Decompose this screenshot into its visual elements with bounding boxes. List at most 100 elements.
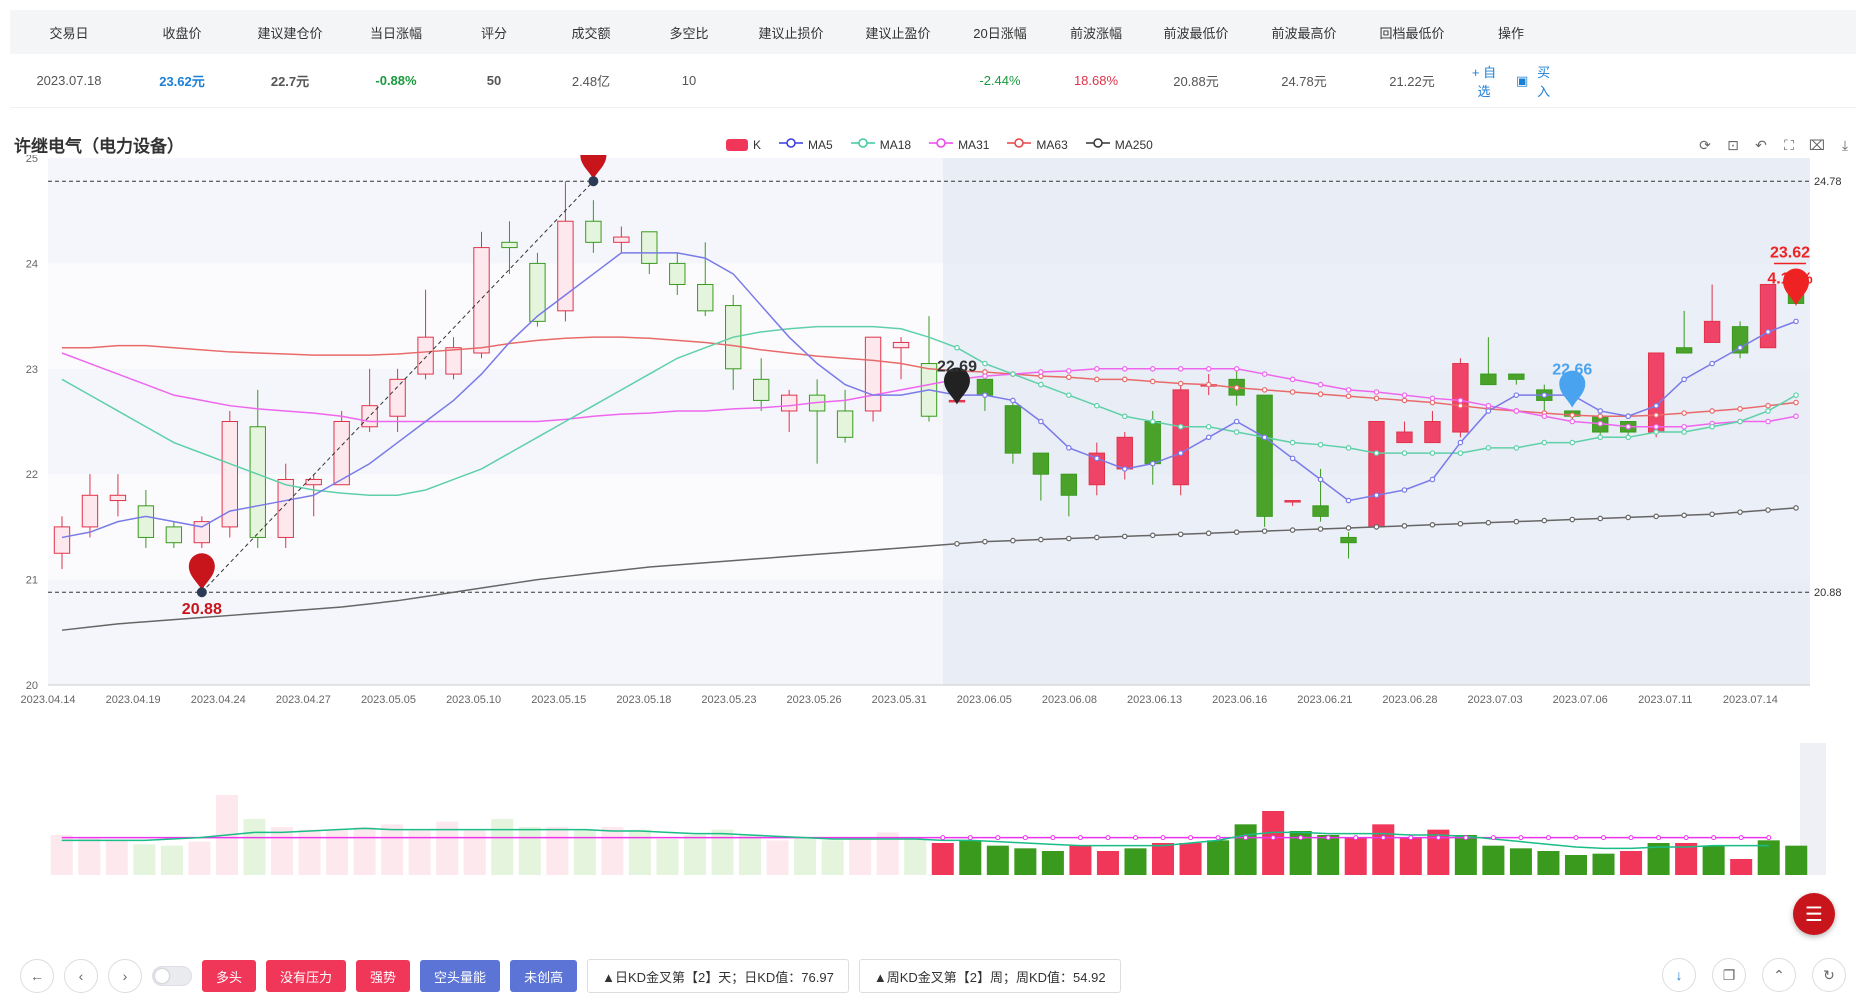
- legend-item-ma250[interactable]: MA250: [1085, 137, 1153, 152]
- legend-item-k[interactable]: K: [726, 137, 761, 152]
- candle-body[interactable]: [109, 494, 127, 502]
- ma63-line-point: [1261, 387, 1268, 393]
- download-icon[interactable]: ⤓: [1836, 136, 1854, 154]
- candle-body[interactable]: [836, 410, 854, 438]
- candle-body[interactable]: [669, 262, 686, 285]
- ma63-line-point: [1457, 402, 1464, 409]
- candle-body[interactable]: [1312, 505, 1329, 517]
- candle-body[interactable]: [752, 378, 770, 401]
- ma5-line-point: [1094, 455, 1100, 462]
- candle-body[interactable]: [1424, 421, 1441, 444]
- candle-body[interactable]: [1647, 352, 1665, 433]
- volume-ma-point: [1766, 835, 1772, 841]
- candle-body[interactable]: [165, 526, 183, 544]
- volume-bar: [518, 827, 541, 875]
- volume-bar: [1014, 848, 1037, 875]
- candle-body[interactable]: [1256, 394, 1273, 517]
- signal-tag[interactable]: 强势: [356, 960, 411, 992]
- candle-body[interactable]: [1480, 373, 1497, 386]
- candle-body[interactable]: [333, 421, 350, 486]
- candle-body[interactable]: [1759, 283, 1777, 349]
- volume-ma-point: [1518, 835, 1524, 841]
- signal-tag[interactable]: 没有压力: [266, 960, 347, 992]
- ma63-line-point: [1569, 412, 1576, 418]
- legend-item-ma31[interactable]: MA31: [929, 137, 989, 152]
- restore-icon[interactable]: ⛶: [1780, 136, 1798, 154]
- x-tick-label: 2023.07.06: [1553, 694, 1608, 706]
- candle-body[interactable]: [1172, 389, 1189, 486]
- volume-bar: [1372, 824, 1395, 875]
- ma250-line-point: [1261, 528, 1268, 534]
- x-tick-label: 2023.05.31: [872, 694, 927, 706]
- candle-body[interactable]: [1060, 473, 1078, 496]
- candle-body[interactable]: [585, 220, 602, 243]
- prev-button[interactable]: ‹: [64, 959, 98, 993]
- menu-fab-button[interactable]: ☰: [1793, 893, 1835, 935]
- signal-marker-label: 22.66: [1552, 362, 1592, 379]
- volume-ma-point: [1298, 835, 1304, 841]
- refresh-icon[interactable]: ⟳: [1696, 136, 1714, 154]
- candle-body[interactable]: [1508, 373, 1525, 380]
- candle-body[interactable]: [277, 478, 294, 538]
- volume-chart[interactable]: [0, 735, 1866, 885]
- candle-body[interactable]: [417, 336, 434, 375]
- add-watchlist-button[interactable]: + 自选: [1466, 62, 1502, 100]
- refresh-button[interactable]: ↻: [1812, 958, 1846, 992]
- scroll-top-button[interactable]: ⌃: [1762, 958, 1796, 992]
- ma31-line-point: [1038, 369, 1044, 375]
- candle-body[interactable]: [1284, 500, 1301, 503]
- candle-body[interactable]: [137, 505, 155, 538]
- summary-value-cell: -2.44%: [979, 73, 1021, 88]
- kline-chart[interactable]: 20 21 22 23 24 25 2023.04.14 2023.04.19 2023.04.…: [0, 155, 1866, 715]
- signal-tag[interactable]: 多头: [202, 960, 257, 992]
- zoom-back-icon[interactable]: ↶: [1752, 136, 1770, 154]
- ma5-line-point: [1317, 476, 1324, 483]
- zoom-area-icon[interactable]: ⊡: [1724, 136, 1742, 154]
- toggle-switch[interactable]: [152, 966, 192, 986]
- ma18-line-point: [1289, 439, 1296, 446]
- candle-body[interactable]: [1703, 320, 1721, 343]
- ma18-line-point: [1793, 392, 1799, 398]
- candle-body[interactable]: [1340, 536, 1357, 544]
- candle-body[interactable]: [780, 394, 798, 412]
- candle-body[interactable]: [641, 231, 658, 264]
- candle-body[interactable]: [1032, 452, 1050, 475]
- brush-icon[interactable]: ⌧: [1808, 136, 1826, 154]
- copy-button[interactable]: ❐: [1712, 958, 1746, 992]
- candle-body[interactable]: [697, 283, 714, 312]
- signal-tag[interactable]: 未创高: [510, 960, 578, 992]
- summary-header-cell: 20日涨幅: [973, 25, 1027, 41]
- volume-bar: [271, 827, 294, 875]
- download-button[interactable]: ↓: [1662, 958, 1696, 992]
- candle-body[interactable]: [557, 220, 574, 312]
- candle-body[interactable]: [501, 241, 518, 249]
- candle-body[interactable]: [864, 336, 882, 412]
- candle-body[interactable]: [613, 236, 630, 243]
- candle-body[interactable]: [1675, 347, 1693, 354]
- candle-body[interactable]: [473, 247, 490, 354]
- ma63-line-point: [1765, 402, 1771, 409]
- candle-body[interactable]: [892, 341, 910, 349]
- candle-body[interactable]: [389, 378, 406, 417]
- legend-item-ma18[interactable]: MA18: [850, 137, 911, 152]
- candle-body[interactable]: [53, 526, 71, 554]
- legend-item-ma5[interactable]: MA5: [779, 137, 833, 152]
- back-button[interactable]: ←: [20, 959, 54, 993]
- candle-body[interactable]: [1144, 421, 1161, 465]
- candle-body[interactable]: [81, 494, 99, 528]
- candle-body[interactable]: [1004, 405, 1022, 454]
- signal-tag[interactable]: 空头量能: [420, 960, 501, 992]
- volume-bar: [160, 845, 183, 875]
- buy-button[interactable]: ▣ 买入: [1516, 62, 1556, 100]
- candle-body[interactable]: [249, 426, 266, 538]
- candle-body[interactable]: [1396, 431, 1413, 444]
- candle-body[interactable]: [193, 521, 211, 544]
- legend-item-ma63[interactable]: MA63: [1007, 137, 1068, 152]
- next-button[interactable]: ›: [108, 959, 142, 993]
- candle-body[interactable]: [1116, 436, 1133, 470]
- candle-body[interactable]: [1368, 421, 1385, 528]
- candle-body[interactable]: [361, 405, 378, 428]
- ma63-line-point: [1793, 399, 1799, 406]
- candle-body[interactable]: [445, 347, 462, 375]
- high-marker-dot: [588, 176, 599, 187]
